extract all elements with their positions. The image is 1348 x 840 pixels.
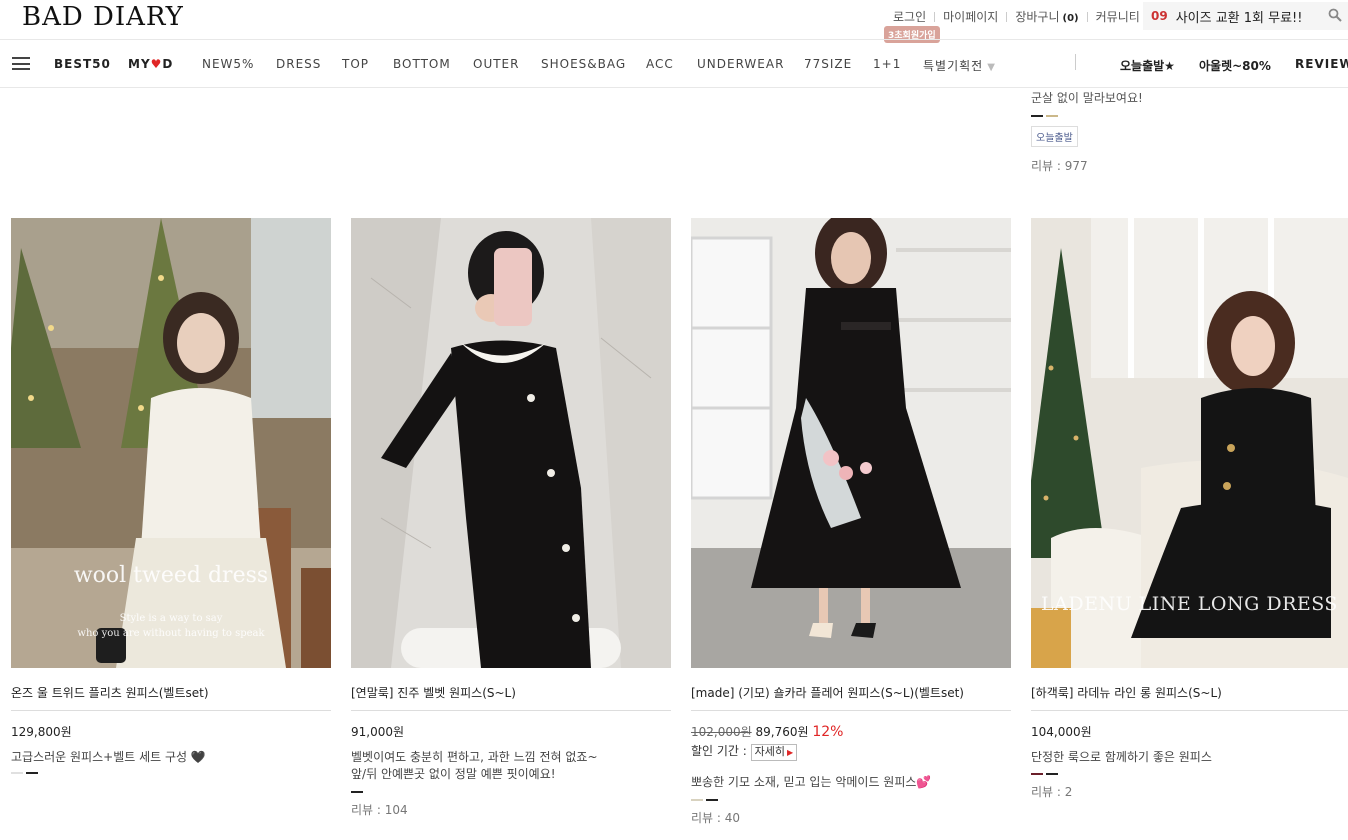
product-name[interactable]: [연말룩] 진주 벨벳 원피스(S~L): [351, 684, 671, 711]
color-swatch: [691, 799, 703, 801]
main-nav: BEST50 MY♥D NEW5% DRESS TOP BOTTOM OUTER…: [0, 39, 1348, 88]
color-swatches: [1031, 115, 1143, 117]
cart-link[interactable]: 장바구니 (0): [1015, 8, 1078, 25]
color-swatch: [351, 791, 363, 793]
detail-button-label: 자세히: [754, 745, 786, 758]
product-price: 129,800원: [11, 725, 72, 739]
product-desc-line: 벨벳이여도 충분히 편하고, 과한 느낌 전혀 없죠~: [351, 750, 598, 764]
product-desc: 뽀송한 기모 소재, 믿고 입는 악메이드 원피스💕: [691, 775, 932, 789]
nav-bottom[interactable]: BOTTOM: [393, 57, 451, 71]
divider: [1006, 11, 1008, 22]
promo-search-bar[interactable]: 09 사이즈 교환 1회 무료!!: [1143, 2, 1348, 30]
product-name[interactable]: [made] (기모) 숄카라 플레어 원피스(S~L)(벨트set): [691, 684, 1011, 711]
nav-acc[interactable]: ACC: [646, 57, 674, 71]
top-links: 로그인 마이페이지 장바구니 (0) 커뮤니티: [893, 8, 1140, 25]
arrow-right-icon: ▶: [787, 748, 794, 757]
product-price: 104,000원: [1031, 725, 1092, 739]
color-swatch: [1046, 115, 1058, 117]
review-count: 리뷰 : 2: [1031, 785, 1073, 799]
product-image[interactable]: LADENU LINE LONG DRESS: [1031, 218, 1348, 668]
product-card[interactable]: LADENU LINE LONG DRESS [하객룩] 라데뉴 라인 롱 원피…: [1031, 218, 1348, 800]
nav-new5[interactable]: NEW5%: [202, 57, 254, 71]
nav-divider: [1075, 54, 1076, 70]
divider: [934, 11, 936, 22]
search-icon[interactable]: [1328, 8, 1342, 22]
review-count: 리뷰 : 977: [1031, 159, 1088, 173]
color-swatches: [1031, 773, 1348, 775]
product-desc: 고급스러운 원피스+벨트 세트 구성 🖤: [11, 750, 206, 764]
nav-my-heart-d[interactable]: MY♥D: [128, 57, 173, 71]
color-swatch: [1031, 773, 1043, 775]
product-desc: 단정한 룩으로 함께하기 좋은 원피스: [1031, 750, 1212, 764]
color-swatch: [11, 772, 23, 774]
nav-outlet[interactable]: 아울렛~80%: [1199, 57, 1271, 74]
cart-count: (0): [1062, 13, 1079, 24]
color-swatch: [1046, 773, 1058, 775]
product-image[interactable]: [691, 218, 1011, 668]
login-link[interactable]: 로그인: [893, 8, 926, 25]
color-swatches: [11, 772, 331, 774]
color-swatches: [351, 791, 671, 793]
promo-text: 사이즈 교환 1회 무료!!: [1175, 10, 1303, 26]
sale-period-label: 할인 기간 :: [691, 744, 747, 758]
image-overlay-title: wool tweed dress: [73, 563, 269, 588]
cart-label: 장바구니: [1015, 10, 1060, 24]
sale-price: 89,760원: [755, 725, 809, 739]
hamburger-menu-icon[interactable]: [12, 57, 30, 70]
color-swatch: [1031, 115, 1043, 117]
product-desc: 벨벳이여도 충분히 편하고, 과한 느낌 전혀 없죠~ 앞/뒤 안예쁜곳 없이 …: [351, 749, 671, 783]
sale-period: 할인 기간 : 자세히 ▶: [691, 742, 1011, 761]
divider: [1086, 11, 1088, 22]
color-swatches: [691, 799, 1011, 801]
review-count: 리뷰 : 104: [351, 803, 408, 817]
previous-product-info: 군살 없이 말라보여요! 오늘출발 리뷰 : 977: [1031, 89, 1143, 174]
image-overlay-sub: who you are without having to speak: [77, 628, 265, 639]
product-image[interactable]: wool tweed dress Style is a way to say w…: [11, 218, 331, 668]
nav-special-label: 특별기획전: [923, 59, 984, 73]
product-image[interactable]: [351, 218, 671, 668]
product-name[interactable]: 온즈 울 트위드 플리츠 원피스(벨트set): [11, 684, 331, 711]
nav-77size[interactable]: 77SIZE: [804, 57, 852, 71]
community-link[interactable]: 커뮤니티: [1096, 8, 1140, 25]
nav-dress[interactable]: DRESS: [276, 57, 321, 71]
site-logo[interactable]: BAD DIARY: [22, 2, 184, 32]
color-swatch: [26, 772, 38, 774]
mypage-link[interactable]: 마이페이지: [943, 8, 998, 25]
nav-1plus1[interactable]: 1+1: [873, 57, 901, 71]
nav-review[interactable]: REVIEW: [1295, 57, 1348, 71]
product-price: 91,000원: [351, 725, 405, 739]
promo-number: 09: [1151, 9, 1168, 23]
image-overlay-title: LADENU LINE LONG DRESS: [1041, 593, 1338, 615]
nav-top[interactable]: TOP: [342, 57, 369, 71]
product-price-group: 102,000원 89,760원 12%: [691, 723, 1011, 740]
product-card[interactable]: [made] (기모) 숄카라 플레어 원피스(S~L)(벨트set) 102,…: [691, 218, 1011, 826]
nav-today-ship[interactable]: 오늘출발★: [1120, 57, 1175, 74]
review-count: 리뷰 : 40: [691, 811, 741, 825]
product-card[interactable]: wool tweed dress Style is a way to say w…: [11, 218, 331, 774]
product-desc-line: 앞/뒤 안예쁜곳 없이 정말 예쁜 핏이예요!: [351, 767, 556, 781]
detail-button[interactable]: 자세히 ▶: [750, 744, 798, 761]
product-card[interactable]: [연말룩] 진주 벨벳 원피스(S~L) 91,000원 벨벳이여도 충분히 편…: [351, 218, 671, 818]
product-name[interactable]: [하객룩] 라데뉴 라인 롱 원피스(S~L): [1031, 684, 1348, 711]
product-desc: 군살 없이 말라보여요!: [1031, 91, 1143, 105]
nav-outer[interactable]: OUTER: [473, 57, 519, 71]
nav-d-label: D: [162, 57, 174, 71]
nav-special[interactable]: 특별기획전 ▼: [923, 57, 996, 74]
nav-best50[interactable]: BEST50: [54, 57, 111, 71]
nav-my-label: MY: [128, 57, 151, 71]
color-swatch: [706, 799, 718, 801]
image-overlay-sub: Style is a way to say: [119, 613, 223, 624]
nav-shoes-bag[interactable]: SHOES&BAG: [541, 57, 626, 71]
nav-underwear[interactable]: UNDERWEAR: [697, 57, 784, 71]
today-ship-tag: 오늘출발: [1031, 126, 1078, 147]
caret-down-icon: ▼: [987, 62, 996, 73]
original-price: 102,000원: [691, 725, 752, 739]
discount-rate: 12%: [812, 724, 844, 740]
heart-icon: ♥: [150, 57, 163, 71]
